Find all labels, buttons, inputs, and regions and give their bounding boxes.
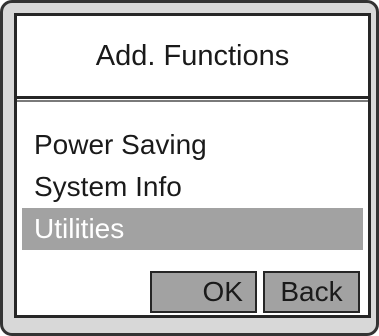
device-panel: Add. Functions Power Saving System Info … <box>0 0 379 336</box>
menu-item-power-saving[interactable]: Power Saving <box>22 124 363 166</box>
title-divider-shadow <box>17 100 368 102</box>
menu-item-system-info[interactable]: System Info <box>22 166 363 208</box>
menu-item-utilities[interactable]: Utilities <box>22 208 363 250</box>
function-menu: Power Saving System Info Utilities <box>22 124 363 250</box>
title-divider <box>17 96 368 99</box>
display-screen: Add. Functions Power Saving System Info … <box>14 13 371 318</box>
ok-button[interactable]: OK <box>150 271 257 313</box>
dialog-title: Add. Functions <box>95 39 290 72</box>
back-button[interactable]: Back <box>263 271 360 313</box>
